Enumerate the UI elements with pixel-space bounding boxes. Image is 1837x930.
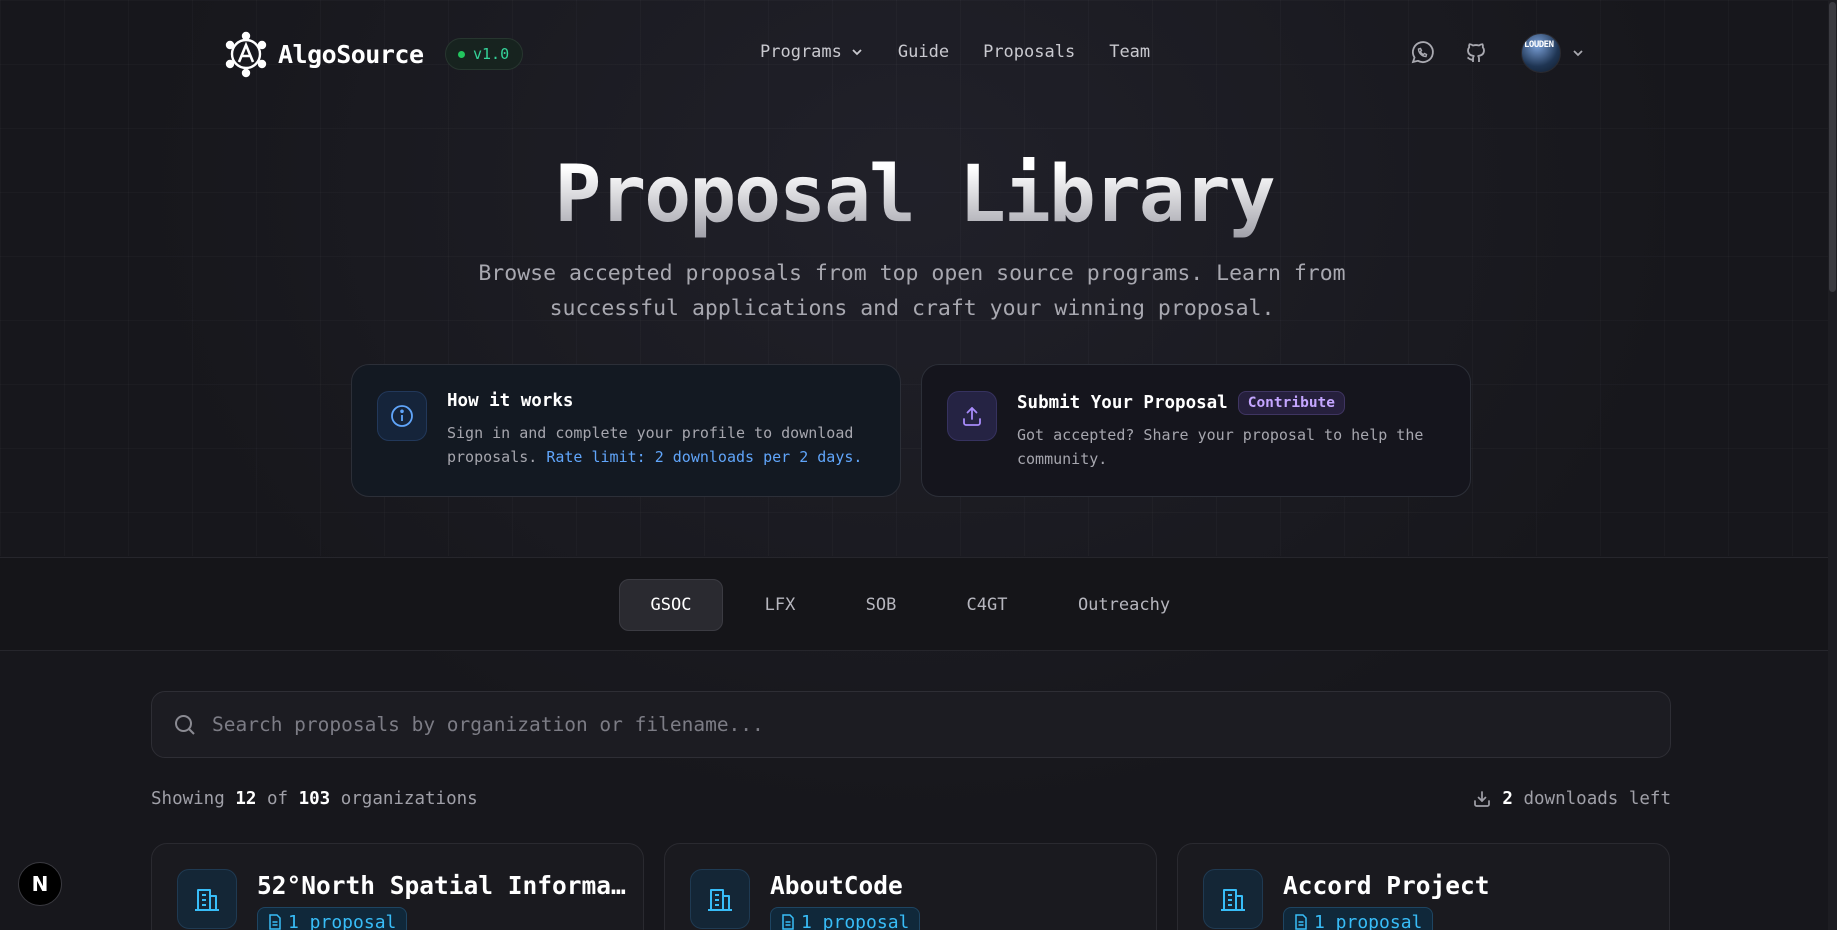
program-tabs-band: GSOC LFX SOB C4GT Outreachy (0, 557, 1828, 651)
how-it-works-title: How it works (447, 391, 574, 411)
brand-name: AlgoSource (278, 39, 424, 69)
org-name: AboutCode (770, 871, 903, 900)
scrollbar-thumb[interactable] (1829, 2, 1836, 292)
submit-proposal-card[interactable]: Submit Your Proposal Contribute Got acce… (921, 364, 1471, 497)
tab-c4gt[interactable]: C4GT (925, 579, 1049, 631)
page-subtitle: Browse accepted proposals from top open … (478, 261, 1346, 321)
results-suffix: organizations (340, 789, 478, 809)
proposal-count: 1 proposal (1314, 911, 1423, 930)
file-icon (269, 914, 281, 930)
main-nav: Programs Guide Proposals Team (760, 42, 1150, 62)
how-it-works-desc: Sign in and complete your profile to dow… (447, 421, 877, 469)
results-prefix: Showing (151, 789, 225, 809)
file-icon (1295, 914, 1307, 930)
search-icon (175, 714, 195, 735)
version-text: v1.0 (473, 45, 510, 63)
page: AlgoSource v1.0 Programs Guide Proposals… (0, 0, 1828, 930)
scrollbar[interactable] (1828, 0, 1837, 930)
downloads-left: 2 downloads left (1472, 789, 1671, 809)
submit-desc: Got accepted? Share your proposal to hel… (1017, 426, 1424, 468)
github-button[interactable] (1459, 32, 1493, 74)
header: AlgoSource v1.0 Programs Guide Proposals… (0, 0, 1828, 108)
chevron-down-icon (852, 49, 862, 56)
org-card[interactable]: Accord Project 1 proposal (1177, 843, 1670, 930)
org-card[interactable]: AboutCode 1 proposal (664, 843, 1157, 930)
submit-title: Submit Your Proposal Contribute (1017, 391, 1346, 415)
nextjs-dev-badge[interactable]: N (18, 862, 62, 906)
chevron-down-icon[interactable] (1571, 46, 1585, 60)
results-shown: 12 (235, 789, 257, 809)
nav-guide[interactable]: Guide (898, 42, 949, 62)
avatar-text: LOUDEN (1524, 40, 1554, 50)
tab-lfx[interactable]: LFX (723, 579, 837, 631)
version-badge: v1.0 (445, 38, 524, 70)
nav-proposals[interactable]: Proposals (983, 42, 1075, 62)
org-name: Accord Project (1283, 871, 1490, 900)
how-it-works-card: How it works Sign in and complete your p… (351, 364, 901, 497)
tab-gsoc[interactable]: GSOC (619, 579, 723, 631)
info-icon (377, 391, 427, 441)
file-icon (782, 914, 794, 930)
tab-outreachy[interactable]: Outreachy (1049, 579, 1199, 631)
building-icon (690, 869, 750, 929)
downloads-label: downloads left (1523, 789, 1671, 809)
nav-programs-label: Programs (760, 42, 842, 62)
results-count: Showing 12 of 103 organizations (151, 789, 478, 809)
contribute-badge[interactable]: Contribute (1237, 391, 1346, 415)
logo[interactable]: AlgoSource (222, 30, 424, 78)
logo-icon (225, 31, 267, 78)
tab-sob[interactable]: SOB (837, 579, 925, 631)
upload-icon (947, 391, 997, 441)
program-tabs: GSOC LFX SOB C4GT Outreachy (619, 579, 1199, 631)
page-title: Proposal Library (0, 150, 1828, 240)
proposal-count: 1 proposal (288, 911, 397, 930)
search-input[interactable] (212, 692, 1670, 757)
whatsapp-icon (1411, 41, 1434, 64)
proposal-count-badge: 1 proposal (770, 907, 921, 930)
org-card[interactable]: 52°North Spatial Information Research Gm… (151, 843, 644, 930)
proposal-count: 1 proposal (801, 911, 910, 930)
proposal-count-badge: 1 proposal (1283, 907, 1434, 930)
github-icon (1467, 43, 1485, 62)
downloads-count: 2 (1502, 789, 1513, 809)
submit-title-text: Submit Your Proposal (1017, 393, 1228, 413)
proposal-count-badge: 1 proposal (257, 907, 408, 930)
status-dot (458, 50, 465, 58)
whatsapp-button[interactable] (1405, 32, 1439, 74)
results-total: 103 (298, 789, 331, 809)
header-actions: LOUDEN (1405, 32, 1585, 74)
building-icon (177, 869, 237, 929)
results-of: of (266, 789, 289, 809)
avatar[interactable]: LOUDEN (1521, 33, 1561, 73)
download-icon (1474, 791, 1491, 807)
org-name: 52°North Spatial Information Research Gm… (257, 871, 627, 900)
nav-team[interactable]: Team (1109, 42, 1150, 62)
search-bar (151, 691, 1671, 758)
rate-limit-text: Rate limit: 2 downloads per 2 days. (546, 448, 863, 466)
building-icon (1203, 869, 1263, 929)
nav-programs[interactable]: Programs (760, 42, 864, 62)
